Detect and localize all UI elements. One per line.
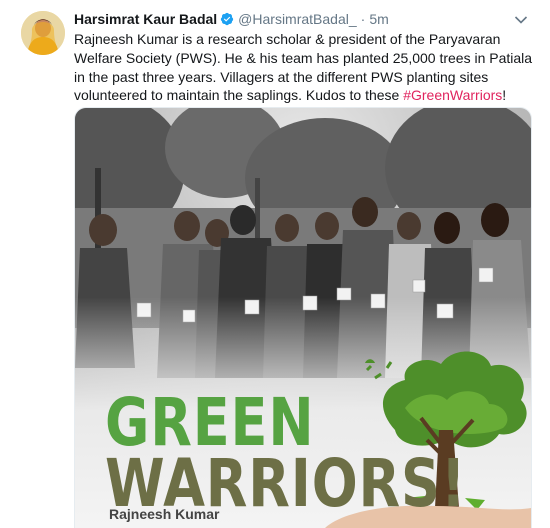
author-name[interactable]: Harsimrat Kaur Badal bbox=[74, 11, 217, 27]
tweet-header: Harsimrat Kaur Badal @HarsimratBadal_ · … bbox=[74, 9, 389, 29]
chevron-down-icon[interactable] bbox=[514, 12, 528, 24]
tweet-media-image[interactable]: GREEN WARRIORS! Rajneesh Kumar bbox=[74, 107, 532, 528]
avatar[interactable] bbox=[21, 11, 65, 55]
author-handle[interactable]: @HarsimratBadal_ bbox=[238, 11, 356, 27]
header-separator: · bbox=[360, 11, 366, 27]
tweet-text: Rajneesh Kumar is a research scholar & p… bbox=[74, 30, 534, 105]
hashtag-link[interactable]: #GreenWarriors bbox=[403, 87, 502, 103]
tweet-timestamp[interactable]: 5m bbox=[369, 11, 388, 27]
verified-badge-icon bbox=[220, 12, 234, 26]
image-caption: Rajneesh Kumar bbox=[109, 506, 220, 522]
tweet-text-end: ! bbox=[502, 87, 507, 104]
tweet-card[interactable]: Harsimrat Kaur Badal @HarsimratBadal_ · … bbox=[0, 0, 550, 528]
